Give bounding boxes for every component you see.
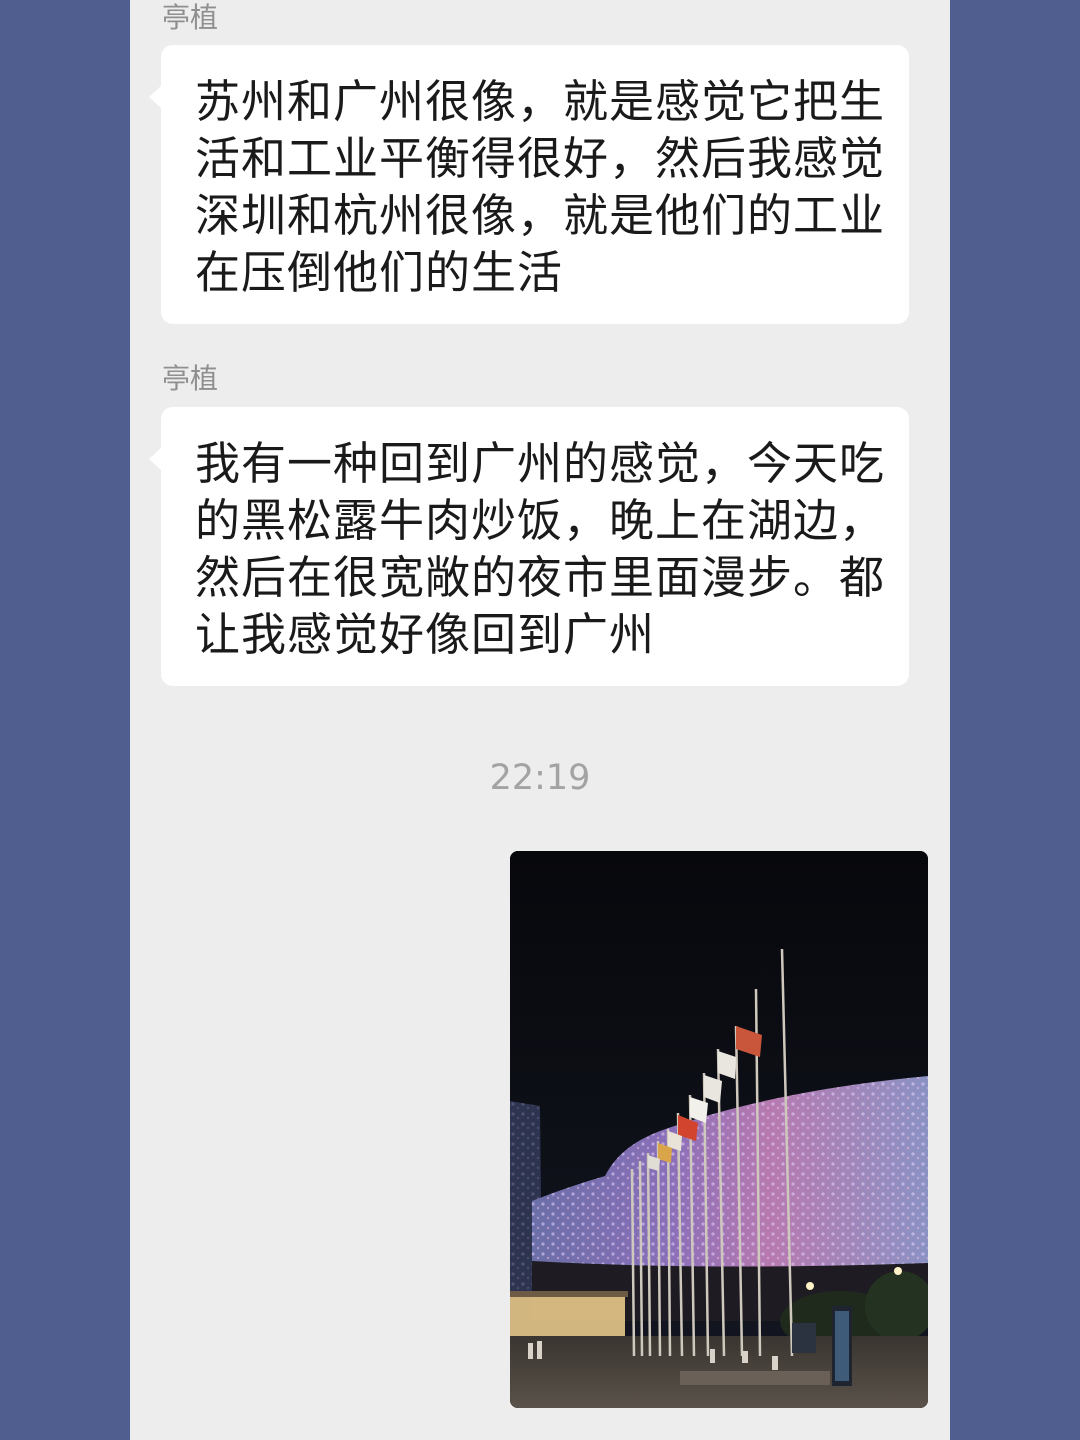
message-text-line: 我有一种回到广州的感觉，今天吃 [195, 437, 886, 490]
message-text-line: 的黑松露牛肉炒饭，晚上在湖边， [195, 494, 886, 547]
chat-screen: 亭植 苏州和广州很像，就是感觉它把生 活和工业平衡得很好，然后我感觉 深圳和杭州… [130, 0, 950, 1440]
message-text-line: 活和工业平衡得很好，然后我感觉 [195, 132, 886, 185]
image-message[interactable] [510, 851, 928, 1408]
night-plaza-photo [510, 851, 928, 1408]
sender-name: 亭植 [162, 1, 219, 34]
message-bubble[interactable]: 我有一种回到广州的感觉，今天吃 的黑松露牛肉炒饭，晚上在湖边， 然后在很宽敞的夜… [149, 407, 909, 686]
message-text-line: 苏州和广州很像，就是感觉它把生 [195, 75, 886, 128]
message-text-line: 让我感觉好像回到广州 [195, 608, 656, 661]
message-text-line: 深圳和杭州很像，就是他们的工业 [195, 189, 886, 242]
message-bubble[interactable]: 苏州和广州很像，就是感觉它把生 活和工业平衡得很好，然后我感觉 深圳和杭州很像，… [149, 45, 909, 324]
message-text-line: 在压倒他们的生活 [195, 246, 564, 299]
sender-name: 亭植 [162, 362, 219, 395]
message-timestamp: 22:19 [489, 758, 591, 798]
message-text-line: 然后在很宽敞的夜市里面漫步。都 [195, 551, 886, 604]
